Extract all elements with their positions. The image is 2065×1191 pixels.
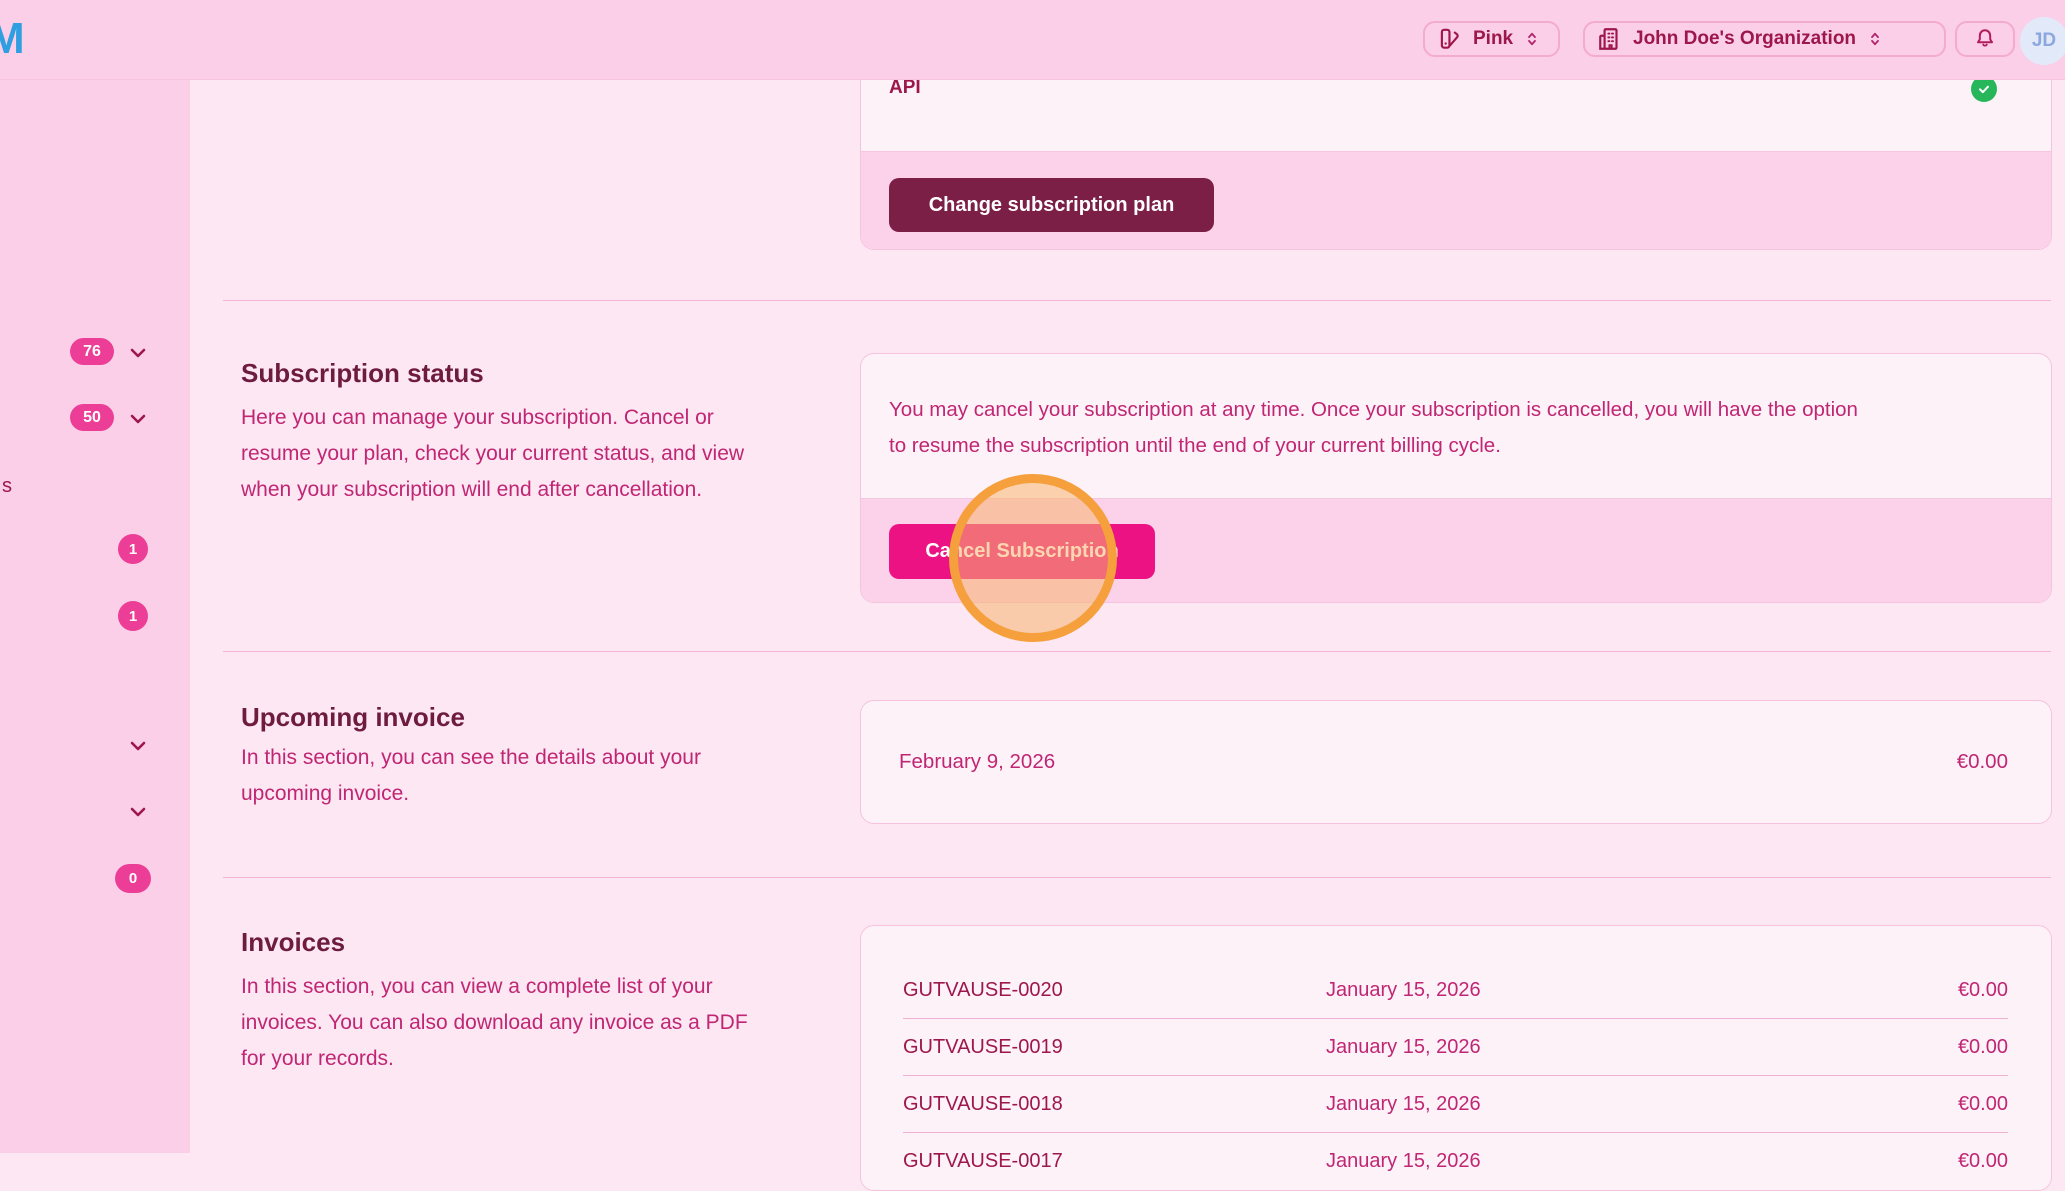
invoice-amount: €0.00 (1958, 979, 2008, 1002)
invoice-date: January 15, 2026 (1326, 979, 1958, 1002)
chevron-up-down-icon (1523, 30, 1541, 48)
invoice-row[interactable]: GUTVAUSE-0017 January 15, 2026 €0.00 (903, 1132, 2008, 1189)
upcoming-invoice-description: In this section, you can see the details… (241, 740, 861, 812)
invoice-amount: €0.00 (1958, 1093, 2008, 1116)
cancel-subscription-button[interactable]: Cancel Subscription (889, 524, 1155, 579)
invoice-date: January 15, 2026 (1326, 1093, 1958, 1116)
info-line: You may cancel your subscription at any … (889, 392, 2029, 428)
description-line: for your records. (241, 1041, 861, 1077)
description-line: Here you can manage your subscription. C… (241, 400, 861, 436)
chevron-down-icon[interactable] (126, 341, 150, 365)
sidebar-count-badge: 76 (70, 338, 114, 365)
subscription-status-card-footer: Cancel Subscription (861, 498, 2051, 602)
chevron-down-icon[interactable] (126, 800, 150, 824)
theme-label: Pink (1473, 28, 1513, 50)
app-logo[interactable]: M (0, 14, 24, 64)
sidebar-count-badge: 1 (118, 534, 148, 564)
section-divider (223, 877, 2051, 878)
theme-selector-button[interactable]: Pink (1423, 21, 1560, 57)
invoice-amount: €0.00 (1958, 1036, 2008, 1059)
user-avatar[interactable]: JD (2020, 17, 2065, 65)
subscription-status-description: Here you can manage your subscription. C… (241, 400, 861, 508)
invoice-row[interactable]: GUTVAUSE-0020 January 15, 2026 €0.00 (903, 962, 2008, 1018)
description-line: invoices. You can also download any invo… (241, 1005, 861, 1041)
palette-icon (1437, 26, 1463, 52)
bell-icon (1973, 27, 1997, 51)
invoice-number: GUTVAUSE-0019 (903, 1036, 1326, 1059)
invoices-heading: Invoices (241, 927, 345, 958)
sidebar-count-badge: 50 (70, 404, 114, 431)
invoice-date: January 15, 2026 (1326, 1036, 1958, 1059)
sidebar-count-badge: 1 (118, 601, 148, 631)
plan-card-footer: Change subscription plan (861, 151, 2051, 249)
subscription-status-heading: Subscription status (241, 358, 484, 389)
upcoming-invoice-date: February 9, 2026 (899, 750, 1055, 774)
plan-feature-api-label: API (889, 77, 921, 99)
invoice-row[interactable]: GUTVAUSE-0018 January 15, 2026 €0.00 (903, 1075, 2008, 1132)
sidebar: 76 50 s 1 1 0 (0, 79, 190, 1153)
invoices-card: GUTVAUSE-0020 January 15, 2026 €0.00 GUT… (860, 925, 2052, 1191)
sidebar-count-badge: 0 (115, 864, 151, 893)
info-line: to resume the subscription until the end… (889, 428, 2029, 464)
description-line: In this section, you can view a complete… (241, 969, 861, 1005)
upcoming-invoice-amount: €0.00 (1957, 750, 2008, 774)
invoices-description: In this section, you can view a complete… (241, 969, 861, 1077)
section-divider (223, 651, 2051, 652)
plan-card: API Change subscription plan (860, 50, 2052, 250)
description-line: when your subscription will end after ca… (241, 472, 861, 508)
upcoming-invoice-heading: Upcoming invoice (241, 702, 465, 733)
organization-selector-button[interactable]: John Doe's Organization (1583, 21, 1946, 57)
invoice-number: GUTVAUSE-0018 (903, 1093, 1326, 1116)
building-icon (1597, 26, 1623, 52)
description-line: In this section, you can see the details… (241, 740, 861, 776)
chevron-down-icon[interactable] (126, 407, 150, 431)
subscription-status-card: You may cancel your subscription at any … (860, 353, 2052, 603)
chevron-down-icon[interactable] (126, 734, 150, 758)
top-bar: M Pink John Doe's Organization JD (0, 0, 2065, 80)
change-subscription-plan-button[interactable]: Change subscription plan (889, 178, 1214, 232)
organization-label: John Doe's Organization (1633, 28, 1856, 50)
cancel-policy-text: You may cancel your subscription at any … (889, 392, 2029, 464)
invoice-number: GUTVAUSE-0020 (903, 979, 1326, 1002)
invoice-row[interactable]: GUTVAUSE-0019 January 15, 2026 €0.00 (903, 1018, 2008, 1075)
upcoming-invoice-card: February 9, 2026 €0.00 (860, 700, 2052, 824)
chevron-up-down-icon (1866, 30, 1884, 48)
sidebar-label-fragment: s (2, 475, 12, 498)
notifications-button[interactable] (1955, 21, 2015, 57)
description-line: resume your plan, check your current sta… (241, 436, 861, 472)
section-divider (223, 300, 2051, 301)
description-line: upcoming invoice. (241, 776, 861, 812)
